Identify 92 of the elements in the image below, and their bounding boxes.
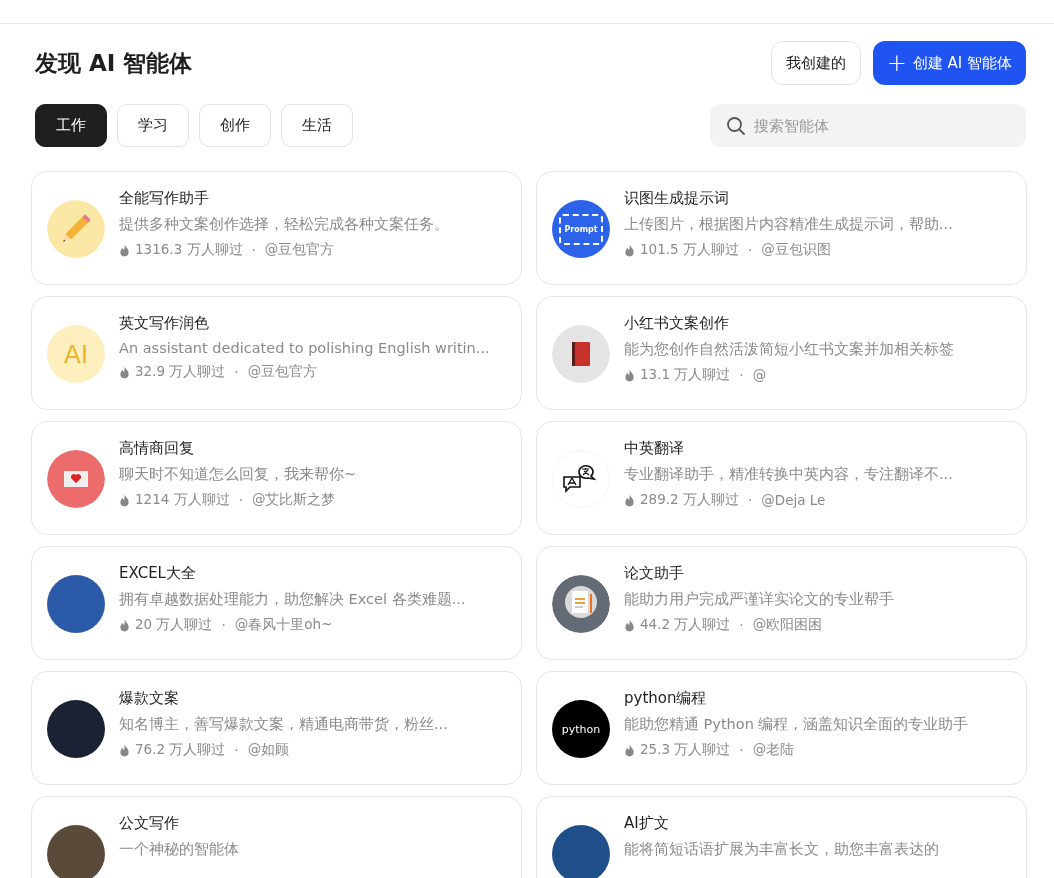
author-name: @如顾 (247, 741, 290, 759)
author-name: @ (752, 367, 767, 383)
chat-count: 101.5 万人聊过 (640, 241, 739, 259)
create-agent-button[interactable]: + 创建 AI 智能体 (872, 41, 1026, 85)
translate-avatar-icon (552, 450, 610, 508)
agent-name: 公文写作 (119, 814, 180, 833)
agent-description: 提供多种文案创作选择，轻松完成各种文案任务。 (119, 215, 450, 234)
separator-dot: · (739, 617, 744, 633)
author-name: @艾比斯之梦 (251, 491, 336, 509)
author-name: @豆包官方 (247, 363, 318, 381)
agent-name: python编程 (624, 689, 708, 708)
flame-icon (119, 618, 130, 632)
category-tab[interactable]: 学习 (117, 104, 189, 147)
page-title: 发现 AI 智能体 (35, 48, 193, 78)
flame-icon (624, 618, 635, 632)
pencil-avatar-icon (47, 200, 105, 258)
agent-card[interactable]: 公文写作 一个神秘的智能体 (31, 796, 522, 878)
search-field[interactable]: 搜索智能体 (710, 104, 1026, 147)
flame-icon (624, 368, 635, 382)
agent-description: 能将简短话语扩展为丰富长文，助您丰富表达的 (624, 840, 940, 859)
separator-dot: · (739, 367, 744, 383)
agent-card[interactable]: 全能写作助手 提供多种文案创作选择，轻松完成各种文案任务。 1316.3 万人聊过 · @豆包官方 (31, 171, 522, 285)
flame-icon (119, 365, 130, 379)
category-tab[interactable]: 生活 (281, 104, 353, 147)
separator-dot: · (747, 242, 753, 258)
book-avatar-icon (552, 325, 610, 383)
agent-description: 一个神秘的智能体 (119, 840, 240, 859)
separator-dot: · (251, 242, 256, 258)
chat-count: 32.9 万人聊过 (135, 363, 226, 381)
chat-count: 1214 万人聊过 (135, 491, 230, 509)
agent-name: 中英翻译 (624, 439, 685, 458)
agent-description: 专业翻译助手，精准转换中英内容，专注翻译不... (624, 465, 954, 484)
agent-description: 上传图片，根据图片内容精准生成提示词，帮助... (624, 215, 954, 234)
flame-icon (119, 243, 130, 257)
agent-card[interactable]: python python编程 能助您精通 Python 编程，涵盖知识全面的专业助手 25.3 万人聊过 · @老陆 (536, 671, 1027, 785)
document-avatar-icon (552, 575, 610, 633)
author-name: @豆包官方 (264, 241, 335, 259)
agent-name: 高情商回复 (119, 439, 195, 458)
chat-count: 76.2 万人聊过 (135, 741, 226, 759)
letters-avatar: AI (47, 325, 105, 383)
agent-description: 知名博主，善写爆款文案，精通电商带货，粉丝... (119, 715, 449, 734)
chat-count: 44.2 万人聊过 (640, 616, 731, 634)
my-agents-button[interactable]: 我创建的 (770, 41, 861, 85)
agent-card[interactable]: Prompt 识图生成提示词 上传图片，根据图片内容精准生成提示词，帮助... 101.5 万人聊过 · @豆包识图 (536, 171, 1027, 285)
agent-card[interactable]: 高情商回复 聊天时不知道怎么回复，我来帮你~ 1214 万人聊过 · @艾比斯之梦 (31, 421, 522, 535)
category-tab[interactable]: 创作 (199, 104, 271, 147)
prompt-avatar: Prompt (552, 200, 610, 258)
agent-description: 能助您精通 Python 编程，涵盖知识全面的专业助手 (624, 715, 970, 734)
agent-name: EXCEL大全 (119, 564, 197, 583)
agent-description: An assistant dedicated to polishing English writin... (119, 340, 491, 356)
agent-name: 小红书文案创作 (624, 314, 730, 333)
python-avatar: python (552, 700, 610, 758)
separator-dot: · (238, 492, 243, 508)
author-name: @春风十里oh~ (234, 616, 333, 634)
flame-icon (119, 493, 130, 507)
agent-card[interactable]: AI扩文 能将简短话语扩展为丰富长文，助您丰富表达的 (536, 796, 1027, 878)
separator-dot: · (747, 492, 753, 508)
agent-description: 能为您创作自然活泼简短小红书文案并加相关标签 (624, 340, 955, 359)
chat-count: 289.2 万人聊过 (640, 491, 739, 509)
agent-name: 爆款文案 (119, 689, 180, 708)
envelope-avatar-icon (47, 450, 105, 508)
separator-dot: · (221, 617, 226, 633)
agent-name: 论文助手 (624, 564, 685, 583)
agent-card[interactable]: EXCEL大全 拥有卓越数据处理能力，助您解决 Excel 各类难题... 20 万人聊过 · @春风十里oh~ (31, 546, 522, 660)
agent-card[interactable]: AI 英文写作润色 An assistant dedicated to polishing English writin... 32.9 万人聊过 · @豆包官方 (31, 296, 522, 410)
agent-name: 全能写作助手 (119, 189, 210, 208)
separator-dot: · (234, 364, 239, 380)
category-tab[interactable]: 工作 (35, 104, 107, 147)
flame-icon (624, 243, 635, 257)
separator-dot: · (234, 742, 239, 758)
agent-name: 识图生成提示词 (624, 189, 730, 208)
agent-name: 英文写作润色 (119, 314, 210, 333)
agent-description: 聊天时不知道怎么回复，我来帮你~ (119, 465, 358, 484)
separator-dot: · (739, 742, 744, 758)
chat-count: 13.1 万人聊过 (640, 366, 731, 384)
flame-icon (119, 743, 130, 757)
agent-card[interactable]: 论文助手 能助力用户完成严谨详实论文的专业帮手 44.2 万人聊过 · @欧阳困困 (536, 546, 1027, 660)
chat-count: 1316.3 万人聊过 (135, 241, 243, 259)
author-name: @豆包识图 (761, 241, 831, 259)
author-name: @老陆 (752, 741, 795, 759)
chat-count: 25.3 万人聊过 (640, 741, 731, 759)
author-name: @欧阳困困 (752, 616, 823, 634)
agent-name: AI扩文 (624, 814, 670, 833)
agent-card[interactable]: 小红书文案创作 能为您创作自然活泼简短小红书文案并加相关标签 13.1 万人聊过 · @ (536, 296, 1027, 410)
chat-count: 20 万人聊过 (135, 616, 213, 634)
agent-description: 能助力用户完成严谨详实论文的专业帮手 (624, 590, 895, 609)
flame-icon (624, 743, 635, 757)
flame-icon (624, 493, 635, 507)
agent-description: 拥有卓越数据处理能力，助您解决 Excel 各类难题... (119, 590, 467, 609)
author-name: @Deja Le (761, 492, 826, 508)
agent-card[interactable]: 爆款文案 知名博主，善写爆款文案，精通电商带货，粉丝... 76.2 万人聊过 · @如顾 (31, 671, 522, 785)
agent-card[interactable]: 中英翻译 专业翻译助手，精准转换中英内容，专注翻译不... 289.2 万人聊过 · @Deja Le (536, 421, 1027, 535)
